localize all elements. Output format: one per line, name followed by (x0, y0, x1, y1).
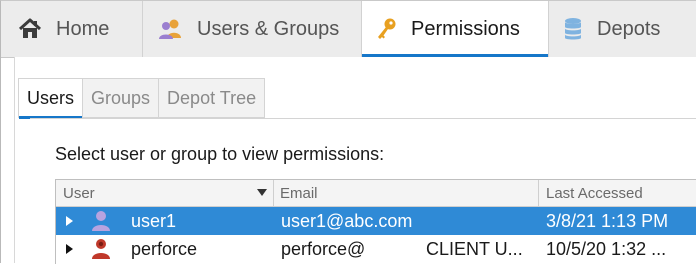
expand-arrow-icon[interactable] (66, 216, 73, 226)
tab-users-groups-label: Users & Groups (197, 17, 340, 40)
cell-last-accessed: 10/5/20 1:32 ... (546, 238, 667, 259)
subtab-groups-label: Groups (91, 87, 151, 108)
instruction-text: Select user or group to view permissions… (55, 144, 385, 164)
subtab-groups[interactable]: Groups (83, 78, 160, 118)
subtab-users[interactable]: Users (18, 78, 84, 119)
cell-last-accessed: 3/8/21 1:13 PM (546, 210, 669, 231)
user-avatar-icon (90, 210, 112, 237)
cell-email: user1@abc.com (281, 210, 413, 231)
table-header: User Email Last Accessed (56, 180, 696, 207)
user-avatar-icon (90, 238, 112, 264)
tab-home[interactable]: Home (1, 1, 143, 57)
column-header-last-accessed[interactable]: Last Accessed (539, 180, 696, 206)
table-row[interactable]: user1 user1@abc.com 3/8/21 1:13 PM (56, 207, 696, 235)
tab-depots[interactable]: Depots (548, 1, 696, 57)
tab-depots-label: Depots (597, 17, 661, 40)
column-header-email[interactable]: Email (274, 180, 539, 206)
expand-arrow-icon[interactable] (66, 244, 73, 254)
cell-user: user1 (131, 210, 177, 231)
column-header-last-accessed-label: Last Accessed (546, 184, 643, 202)
tab-permissions-label: Permissions (411, 17, 520, 40)
cell-type: CLIENT U... (426, 238, 523, 259)
users-icon (157, 18, 183, 40)
table-row[interactable]: perforce perforce@ CLIENT U... 10/5/20 1… (56, 235, 696, 263)
tab-permissions[interactable]: Permissions (362, 1, 548, 58)
top-tab-bar: Home Users & Groups Permissions Depots (1, 1, 696, 58)
sub-tab-bar: Users Groups Depot Tree (18, 78, 266, 119)
tab-home-label: Home (56, 17, 110, 40)
column-header-user[interactable]: User (56, 180, 274, 206)
tab-users-groups[interactable]: Users & Groups (143, 1, 362, 57)
subtab-divider (30, 118, 696, 119)
home-icon (18, 18, 42, 40)
column-header-user-label: User (63, 184, 95, 202)
column-header-email-label: Email (280, 184, 318, 202)
subtab-users-label: Users (27, 87, 75, 108)
users-table: User Email Last Accessed user1 user1@abc… (55, 179, 696, 264)
sort-descending-icon[interactable] (257, 189, 267, 196)
key-icon (375, 17, 397, 41)
cell-user: perforce (131, 238, 198, 259)
database-icon (563, 17, 583, 41)
subtab-depot-tree[interactable]: Depot Tree (159, 78, 266, 118)
subtab-depot-tree-label: Depot Tree (167, 87, 257, 108)
cell-email: perforce@ (281, 238, 366, 259)
